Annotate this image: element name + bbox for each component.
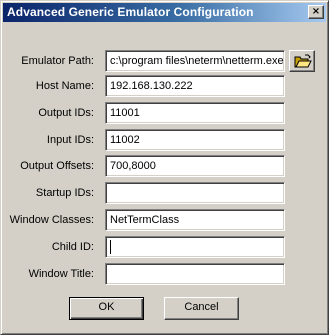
host-name-value: 192.168.130.222	[110, 80, 193, 92]
browse-button[interactable]	[289, 50, 315, 72]
emulator-path-field[interactable]: c:\program files\neterm\netterm.exe	[105, 50, 285, 72]
window-classes-value: NetTermClass	[110, 214, 180, 226]
child-id-field[interactable]	[105, 236, 285, 258]
ok-button[interactable]: OK	[69, 297, 144, 320]
emulator-path-label: Emulator Path:	[21, 55, 94, 67]
output-offsets-value: 700,8000	[110, 160, 156, 172]
output-ids-value: 11001	[110, 107, 140, 119]
output-ids-label: Output IDs:	[38, 107, 94, 119]
window-title-value	[109, 268, 110, 280]
output-ids-field[interactable]: 11001	[105, 102, 285, 124]
host-name-label: Host Name:	[35, 80, 94, 92]
output-offsets-field[interactable]: 700,8000	[105, 155, 285, 177]
window-classes-field[interactable]: NetTermClass	[105, 209, 285, 231]
window-title: Advanced Generic Emulator Configuration	[7, 5, 254, 19]
config-dialog: Advanced Generic Emulator Configuration …	[0, 0, 329, 335]
close-button[interactable]: ×	[308, 5, 324, 19]
startup-ids-field[interactable]	[105, 182, 285, 204]
window-title-label: Window Title:	[28, 268, 94, 280]
window-title-field[interactable]	[105, 263, 285, 285]
window-classes-label: Window Classes:	[9, 214, 94, 226]
child-id-label: Child ID:	[51, 241, 94, 253]
input-ids-value: 11002	[110, 134, 140, 146]
emulator-path-value: c:\program files\neterm\netterm.exe	[110, 55, 284, 67]
title-bar[interactable]: Advanced Generic Emulator Configuration …	[3, 3, 326, 22]
open-folder-icon	[294, 54, 312, 68]
output-offsets-label: Output Offsets:	[20, 160, 94, 172]
host-name-field[interactable]: 192.168.130.222	[105, 75, 285, 97]
child-id-value	[111, 241, 112, 253]
input-ids-label: Input IDs:	[46, 134, 94, 146]
cancel-button[interactable]: Cancel	[164, 297, 239, 320]
close-icon: ×	[311, 6, 321, 17]
input-ids-field[interactable]: 11002	[105, 129, 285, 151]
startup-ids-value	[109, 187, 110, 199]
startup-ids-label: Startup IDs:	[35, 187, 94, 199]
